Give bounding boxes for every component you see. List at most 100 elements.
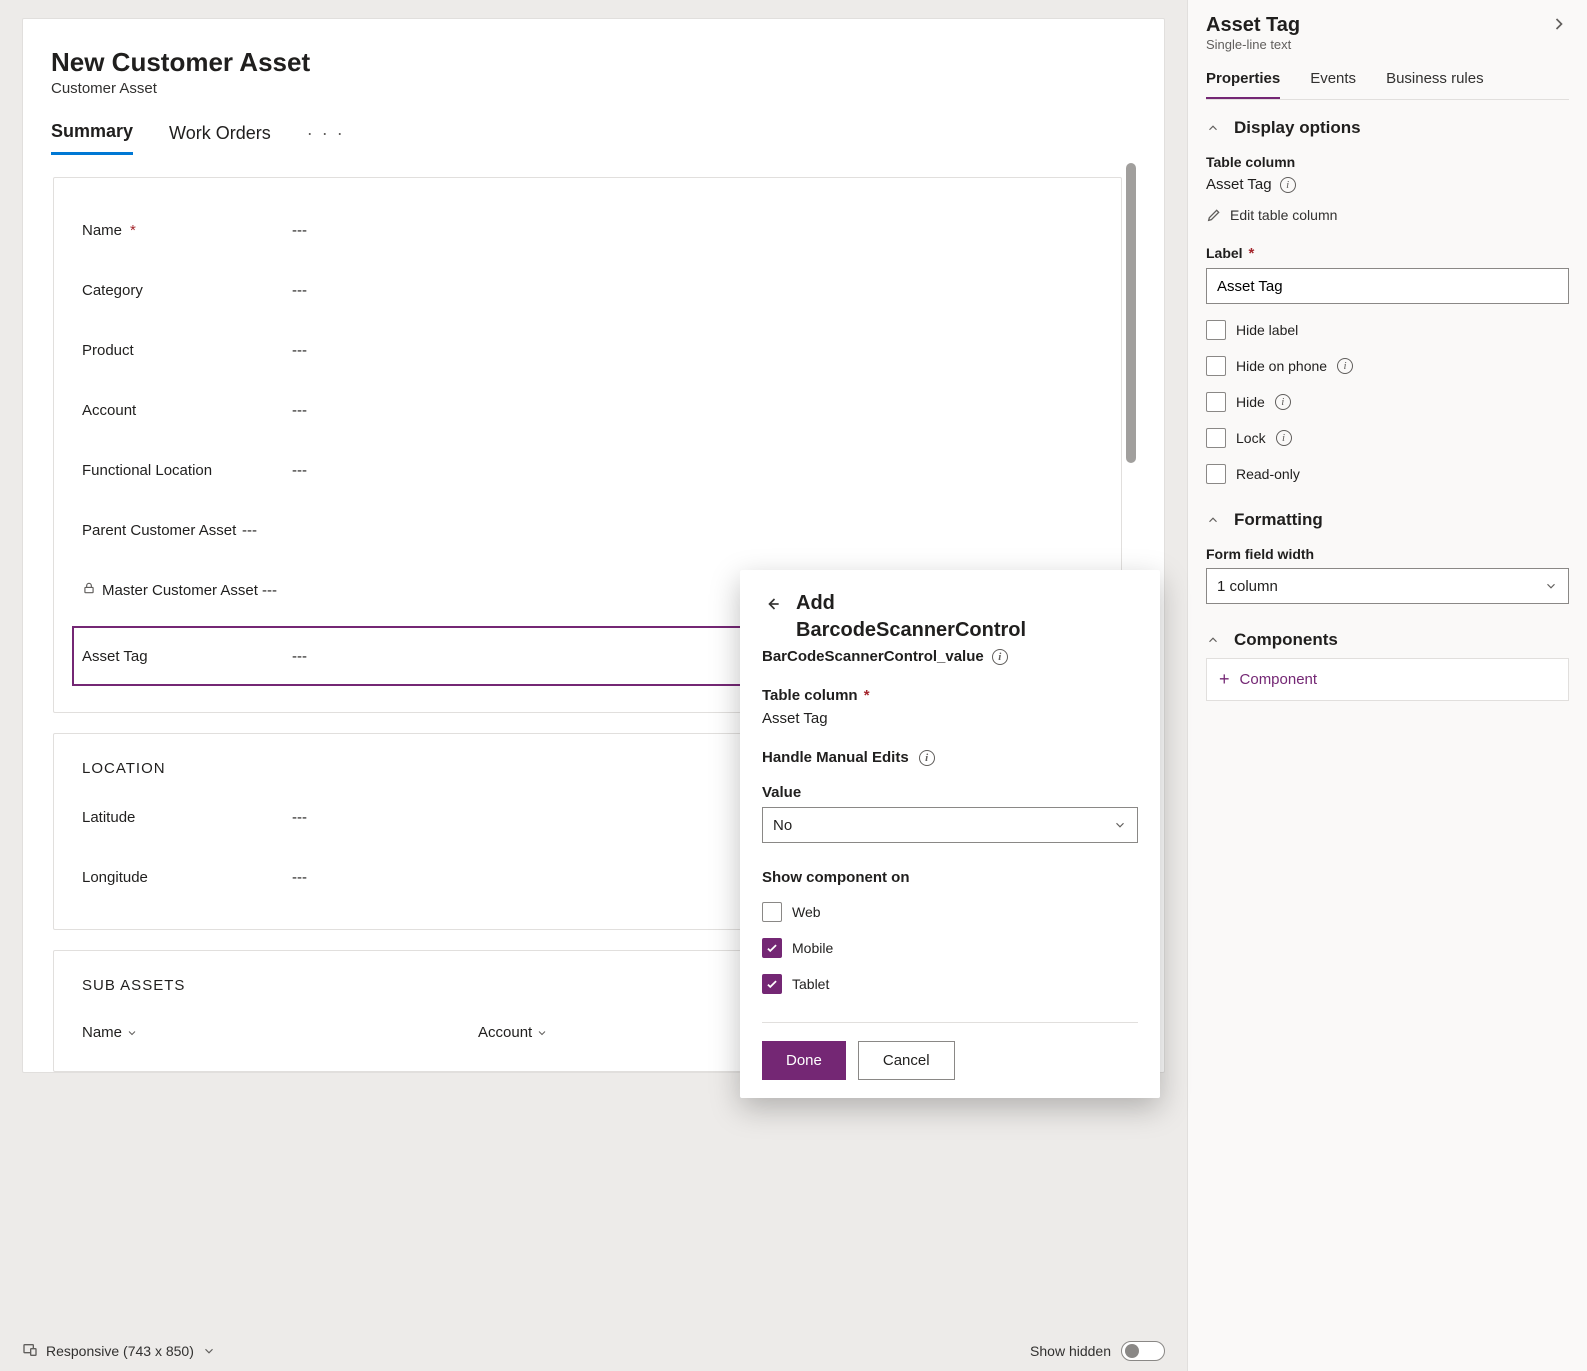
field-category[interactable]: Category --- <box>74 260 1101 320</box>
field-account[interactable]: Account --- <box>74 380 1101 440</box>
required-star: * <box>864 687 870 704</box>
chevron-down-icon <box>536 1027 548 1039</box>
form-field-width-label: Form field width <box>1206 546 1569 562</box>
popup-table-column-value: Asset Tag <box>762 710 1138 727</box>
record-entity: Customer Asset <box>51 80 1136 97</box>
field-label: Latitude <box>82 809 135 826</box>
target-tablet[interactable]: Tablet <box>762 974 1138 994</box>
scrollbar-thumb[interactable] <box>1126 163 1136 463</box>
table-column-value: Asset Tag i <box>1206 176 1569 193</box>
field-label: Parent Customer Asset <box>82 522 236 539</box>
tab-business-rules[interactable]: Business rules <box>1386 70 1484 99</box>
checkbox[interactable] <box>762 938 782 958</box>
lock-icon <box>82 581 96 599</box>
checkbox-read-only[interactable]: Read-only <box>1206 464 1569 484</box>
field-label: Asset Tag <box>82 648 148 665</box>
chevron-up-icon <box>1206 121 1220 135</box>
field-parent-asset[interactable]: Parent Customer Asset --- <box>74 500 1101 560</box>
field-product[interactable]: Product --- <box>74 320 1101 380</box>
bottom-bar: Responsive (743 x 850) Show hidden <box>22 1331 1165 1371</box>
check-icon <box>765 977 779 991</box>
add-component-button[interactable]: + Component <box>1206 658 1569 701</box>
popup-title: Add BarcodeScannerControl <box>796 590 1026 644</box>
checkbox-hide[interactable]: Hide i <box>1206 392 1569 412</box>
field-value: --- <box>292 402 307 419</box>
field-label: Master Customer Asset <box>102 582 258 599</box>
responsive-mode-icon[interactable] <box>22 1342 38 1361</box>
field-functional-location[interactable]: Functional Location --- <box>74 440 1101 500</box>
checkbox-hide-label[interactable]: Hide label <box>1206 320 1569 340</box>
field-label: Functional Location <box>82 462 212 479</box>
chevron-down-icon[interactable] <box>202 1344 216 1358</box>
show-component-on-label: Show component on <box>762 869 1138 886</box>
cancel-button[interactable]: Cancel <box>858 1041 955 1080</box>
chevron-down-icon <box>1544 579 1558 593</box>
popup-manual-edits-label: Handle Manual Edits <box>762 749 909 766</box>
tab-work-orders[interactable]: Work Orders <box>169 123 271 154</box>
popup-value-label: Value <box>762 784 1138 801</box>
chevron-up-icon <box>1206 513 1220 527</box>
field-label: Category <box>82 282 143 299</box>
check-icon <box>765 941 779 955</box>
checkbox[interactable] <box>762 974 782 994</box>
field-value: --- <box>292 809 307 826</box>
popup-subtitle: BarCodeScannerControl_value i <box>762 648 1138 665</box>
info-icon[interactable]: i <box>1276 430 1292 446</box>
field-value: --- <box>292 342 307 359</box>
done-button[interactable]: Done <box>762 1041 846 1080</box>
responsive-mode-label[interactable]: Responsive (743 x 850) <box>46 1343 194 1359</box>
target-mobile[interactable]: Mobile <box>762 938 1138 958</box>
field-label: Name <box>82 222 122 239</box>
checkbox[interactable] <box>1206 356 1226 376</box>
field-value: --- <box>262 582 277 599</box>
field-value: --- <box>292 869 307 886</box>
info-icon[interactable]: i <box>1280 177 1296 193</box>
popup-value-select[interactable]: No <box>762 807 1138 843</box>
column-account[interactable]: Account <box>478 1024 548 1041</box>
field-value: --- <box>292 648 307 665</box>
field-value: --- <box>292 222 307 239</box>
info-icon[interactable]: i <box>1337 358 1353 374</box>
checkbox[interactable] <box>1206 428 1226 448</box>
tab-events[interactable]: Events <box>1310 70 1356 99</box>
tab-overflow[interactable]: · · · <box>307 123 345 154</box>
checkbox[interactable] <box>1206 320 1226 340</box>
checkbox-hide-on-phone[interactable]: Hide on phone i <box>1206 356 1569 376</box>
info-icon[interactable]: i <box>1275 394 1291 410</box>
field-name[interactable]: Name * --- <box>74 200 1101 260</box>
popup-table-column-label: Table column <box>762 687 858 704</box>
show-hidden-label: Show hidden <box>1030 1343 1111 1359</box>
label-input[interactable] <box>1206 268 1569 304</box>
back-arrow-icon[interactable] <box>762 590 782 617</box>
add-component-popup: Add BarcodeScannerControl BarCodeScanner… <box>740 570 1160 1098</box>
section-formatting[interactable]: Formatting <box>1206 510 1569 530</box>
info-icon[interactable]: i <box>992 649 1008 665</box>
property-tabs: Properties Events Business rules <box>1206 70 1569 100</box>
pencil-icon <box>1206 207 1222 223</box>
label-field-label: Label <box>1206 245 1243 261</box>
field-value: --- <box>242 522 257 539</box>
field-value: --- <box>292 462 307 479</box>
form-field-width-select[interactable]: 1 column <box>1206 568 1569 604</box>
target-web[interactable]: Web <box>762 902 1138 922</box>
panel-collapse-chevron-icon[interactable] <box>1549 14 1569 37</box>
tab-properties[interactable]: Properties <box>1206 70 1280 99</box>
checkbox-lock[interactable]: Lock i <box>1206 428 1569 448</box>
plus-icon: + <box>1219 669 1230 690</box>
field-label: Account <box>82 402 136 419</box>
show-hidden-toggle[interactable] <box>1121 1341 1165 1361</box>
checkbox[interactable] <box>1206 464 1226 484</box>
section-components[interactable]: Components <box>1206 630 1569 650</box>
tab-summary[interactable]: Summary <box>51 121 133 155</box>
chevron-down-icon <box>1113 818 1127 832</box>
chevron-down-icon <box>126 1027 138 1039</box>
checkbox[interactable] <box>762 902 782 922</box>
checkbox[interactable] <box>1206 392 1226 412</box>
record-title: New Customer Asset <box>51 47 1136 78</box>
property-subtitle: Single-line text <box>1206 37 1300 52</box>
column-name[interactable]: Name <box>82 1024 138 1041</box>
edit-table-column-link[interactable]: Edit table column <box>1206 207 1569 223</box>
section-display-options[interactable]: Display options <box>1206 118 1569 138</box>
field-label: Product <box>82 342 134 359</box>
info-icon[interactable]: i <box>919 750 935 766</box>
